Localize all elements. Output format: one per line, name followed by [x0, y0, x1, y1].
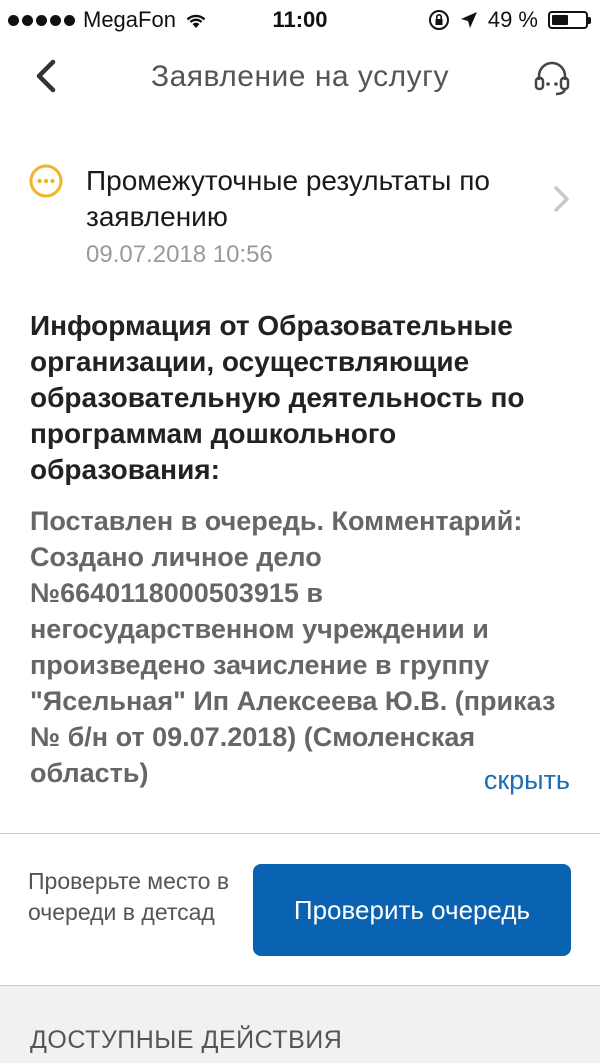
check-queue-button[interactable]: Проверить очередь	[253, 864, 571, 956]
status-title: Промежуточные результаты по заявлению	[86, 165, 490, 232]
available-actions-section: ДОСТУПНЫЕ ДЕЙСТВИЯ	[0, 985, 600, 1063]
location-arrow-icon	[460, 12, 477, 28]
battery-level	[552, 15, 568, 25]
battery-percent: 49 %	[487, 7, 538, 32]
info-comment: Поставлен в очередь. Комментарий: Создан…	[30, 506, 556, 788]
page-title: Заявление на услугу	[150, 60, 450, 93]
actions-section-title: ДОСТУПНЫЕ ДЕЙСТВИЯ	[30, 1026, 343, 1054]
queue-hint: Проверьте место в очереди в детсад	[28, 868, 230, 925]
application-status-row[interactable]: Промежуточные результаты по заявлению 09…	[0, 155, 600, 275]
pending-status-icon	[29, 164, 63, 198]
screen: MegaFon 11:00 49 % Заявление на услугу П…	[0, 0, 600, 1063]
info-heading: Информация от Образовательные организаци…	[30, 310, 525, 485]
status-bar: MegaFon 11:00 49 %	[0, 0, 600, 40]
hide-link[interactable]: скрыть	[484, 765, 570, 796]
support-button[interactable]	[528, 54, 576, 102]
battery-icon	[548, 11, 591, 29]
status-right: 49 %	[428, 7, 591, 33]
rotation-lock-icon	[428, 10, 449, 30]
status-date: 09.07.2018 10:56	[86, 241, 273, 268]
chevron-right-icon	[554, 186, 569, 212]
nav-bar: Заявление на услугу	[0, 40, 600, 118]
headset-icon	[534, 61, 570, 96]
divider	[0, 833, 600, 834]
